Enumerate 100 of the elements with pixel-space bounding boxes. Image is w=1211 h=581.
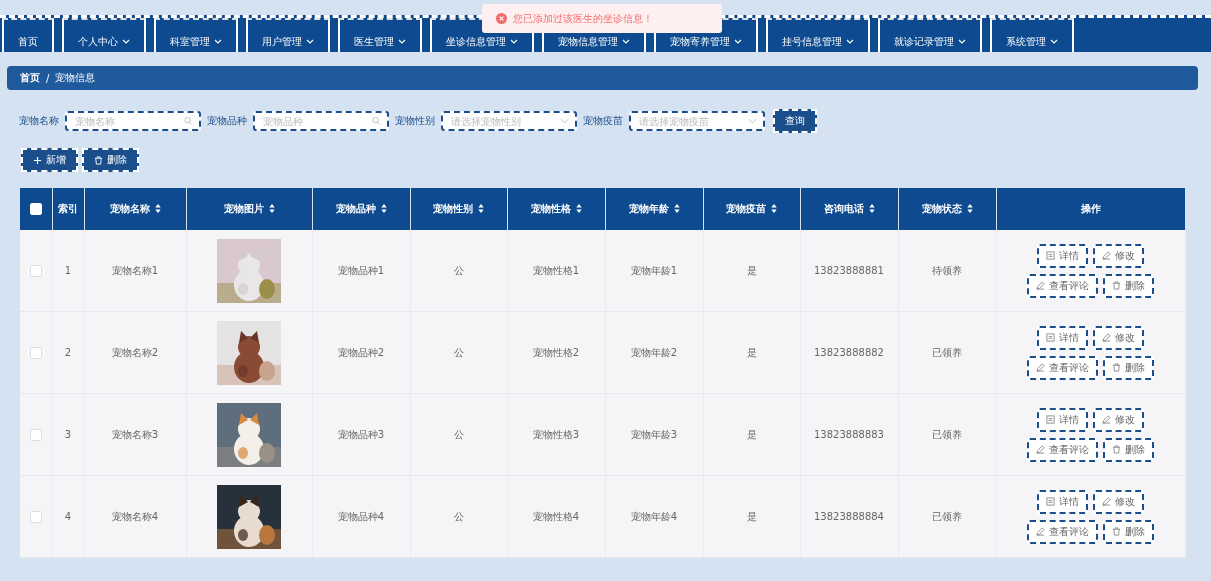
toolbar-button[interactable]: 删除 <box>82 148 139 172</box>
row-action-button[interactable]: 删除 <box>1103 355 1154 380</box>
pen-icon <box>1102 333 1111 342</box>
document-icon <box>1046 333 1055 342</box>
column-header[interactable]: 宠物年龄 <box>605 188 703 230</box>
row-action-button[interactable]: 删除 <box>1103 519 1154 544</box>
cell-text: 宠物品种1 <box>337 264 385 276</box>
chevron-icon <box>560 118 569 124</box>
cell-text: 公 <box>453 346 464 358</box>
trash-icon <box>1112 281 1121 290</box>
cell-text: 1 <box>64 265 72 276</box>
pen-icon <box>1102 497 1111 506</box>
row-action-button[interactable]: 查看评论 <box>1027 273 1098 298</box>
document-icon <box>1046 251 1055 260</box>
nav-tab[interactable]: 医生管理 <box>338 18 422 52</box>
row-action-button[interactable]: 删除 <box>1103 437 1154 462</box>
column-header[interactable]: 宠物性格 <box>507 188 605 230</box>
pen-icon <box>1036 527 1045 536</box>
column-header[interactable]: 宠物疫苗 <box>703 188 800 230</box>
pen-icon <box>1036 445 1045 454</box>
search-icon <box>184 116 193 126</box>
toolbar-button[interactable]: 新增 <box>21 148 78 172</box>
breadcrumb-link[interactable]: 宠物信息 <box>55 71 96 85</box>
cell-text: 2 <box>64 347 72 358</box>
caret-icon <box>958 39 966 45</box>
cell-text: 宠物年龄3 <box>630 428 678 440</box>
cell-text: 公 <box>453 428 464 440</box>
row-action-button[interactable]: 查看评论 <box>1027 519 1098 544</box>
nav-tab[interactable]: 首页 <box>2 18 54 52</box>
plus-icon <box>33 155 42 165</box>
checkbox[interactable] <box>29 346 42 359</box>
search-icon <box>372 116 381 126</box>
cell-text: 3 <box>64 429 72 440</box>
cell-text: 已领养 <box>932 510 962 522</box>
cell-text: 是 <box>746 264 757 276</box>
checkbox[interactable] <box>29 264 42 277</box>
field-label: 宠物性别 <box>395 114 435 128</box>
nav-tab[interactable]: 系统管理 <box>990 18 1074 52</box>
cell-text: 13823888881 <box>814 265 884 276</box>
column-header[interactable]: 宠物性别 <box>410 188 507 230</box>
cell-text: 宠物性格4 <box>532 510 580 522</box>
pen-icon <box>1036 281 1045 290</box>
row-action-button[interactable]: 详情 <box>1037 243 1088 268</box>
column-header[interactable]: 咨询电话 <box>800 188 898 230</box>
caret-icon <box>398 39 406 45</box>
query-button[interactable]: 查询 <box>773 109 817 133</box>
caret-icon <box>1050 39 1058 45</box>
field-label: 宠物疫苗 <box>583 114 623 128</box>
field-label: 宠物品种 <box>207 114 247 128</box>
row-action-button[interactable]: 查看评论 <box>1027 355 1098 380</box>
cell-text: 待领养 <box>932 264 962 276</box>
cell-text: 宠物名称4 <box>111 510 159 522</box>
cell-text: 宠物名称1 <box>111 264 159 276</box>
sort-icon <box>868 204 875 213</box>
search-field[interactable]: 请选择宠物疫苗 <box>629 111 765 131</box>
row-action-button[interactable]: 详情 <box>1037 325 1088 350</box>
column-header[interactable]: 宠物图片 <box>186 188 312 230</box>
column-header[interactable]: 宠物状态 <box>898 188 996 230</box>
caret-icon <box>306 39 314 45</box>
cell-text: 是 <box>746 428 757 440</box>
row-action-button[interactable]: 查看评论 <box>1027 437 1098 462</box>
column-header[interactable]: 索引 <box>52 188 84 230</box>
row-action-button[interactable]: 修改 <box>1093 489 1144 514</box>
cell-text: 13823888883 <box>814 429 884 440</box>
cell-text: 是 <box>746 510 757 522</box>
caret-icon <box>734 39 742 45</box>
column-header[interactable]: 宠物名称 <box>84 188 186 230</box>
nav-tab[interactable]: 就诊记录管理 <box>878 18 982 52</box>
row-action-button[interactable]: 详情 <box>1037 407 1088 432</box>
column-header[interactable]: 宠物品种 <box>312 188 410 230</box>
cell-text: 宠物年龄4 <box>630 510 678 522</box>
search-field[interactable]: 宠物名称 <box>65 111 201 131</box>
row-action-button[interactable]: 详情 <box>1037 489 1088 514</box>
field-label: 宠物名称 <box>19 114 59 128</box>
document-icon <box>1046 415 1055 424</box>
cell-text: 宠物品种3 <box>337 428 385 440</box>
caret-icon <box>846 39 854 45</box>
cell-text: 宠物性格1 <box>532 264 580 276</box>
nav-tab[interactable]: 挂号信息管理 <box>766 18 870 52</box>
nav-tab[interactable]: 科室管理 <box>154 18 238 52</box>
row-action-button[interactable]: 修改 <box>1093 325 1144 350</box>
sort-icon <box>575 204 582 213</box>
checkbox[interactable] <box>29 428 42 441</box>
pen-icon <box>1102 251 1111 260</box>
cell-text: 4 <box>64 511 72 522</box>
cell-text: 宠物品种4 <box>337 510 385 522</box>
checkbox[interactable] <box>29 510 42 523</box>
cell-text: 13823888884 <box>814 511 884 522</box>
breadcrumb-link[interactable]: 首页 <box>20 71 40 85</box>
column-header[interactable]: 操作 <box>996 188 1185 230</box>
pen-icon <box>1036 363 1045 372</box>
nav-tab[interactable]: 用户管理 <box>246 18 330 52</box>
row-action-button[interactable]: 修改 <box>1093 407 1144 432</box>
sort-icon <box>380 204 387 213</box>
row-action-button[interactable]: 修改 <box>1093 243 1144 268</box>
nav-tab[interactable]: 个人中心 <box>62 18 146 52</box>
cell-text: 宠物年龄2 <box>630 346 678 358</box>
cell-text: 已领养 <box>932 346 962 358</box>
row-action-button[interactable]: 删除 <box>1103 273 1154 298</box>
cell-text: 宠物性格3 <box>532 428 580 440</box>
